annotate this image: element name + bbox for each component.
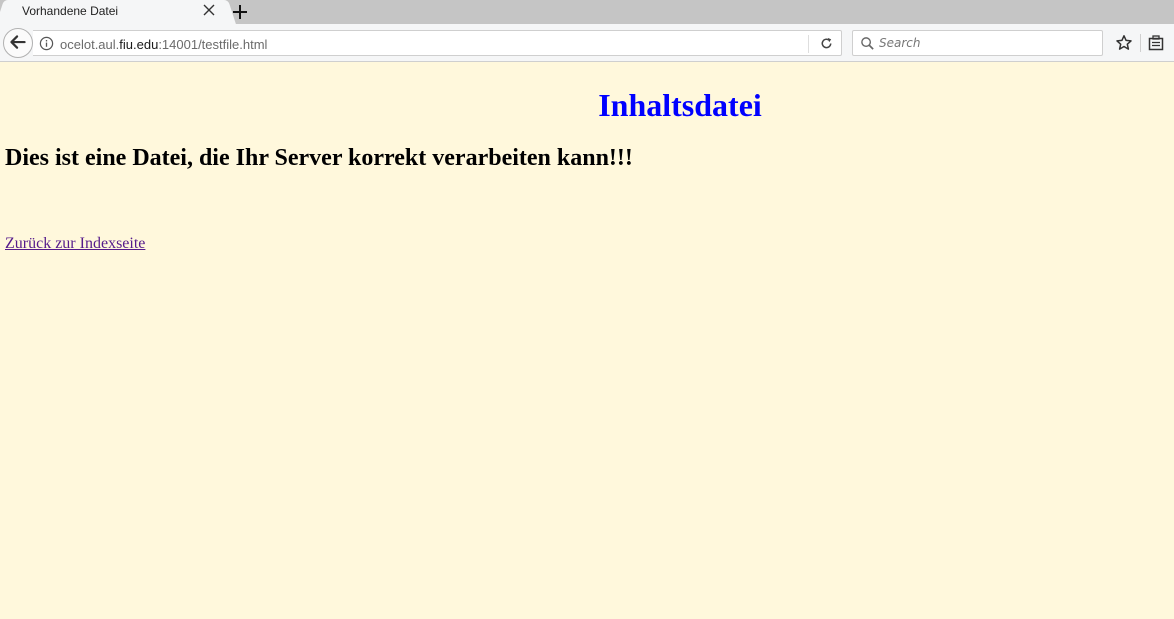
search-bar[interactable] [852, 30, 1103, 56]
tab-title: Vorhandene Datei [22, 4, 119, 18]
search-input[interactable] [879, 34, 1094, 52]
url-divider [808, 35, 809, 53]
info-icon[interactable] [39, 36, 54, 51]
star-icon[interactable] [1115, 34, 1133, 52]
page-subtitle: Dies ist eine Datei, die Ihr Server korr… [5, 145, 633, 171]
back-to-index-link[interactable]: Zurück zur Indexseite [5, 235, 145, 253]
search-icon [861, 37, 874, 50]
tab-strip: Vorhandene Datei [0, 0, 1174, 24]
tab-active[interactable]: Vorhandene Datei [8, 0, 224, 24]
plus-icon[interactable] [230, 2, 250, 22]
page-content: Inhaltsdatei Dies ist eine Datei, die Ih… [0, 63, 1174, 619]
close-icon[interactable] [202, 3, 216, 17]
navigation-bar: ocelot.aul.fiu.edu:14001/testfile.html [0, 24, 1174, 62]
url-text[interactable]: ocelot.aul.fiu.edu:14001/testfile.html [60, 37, 267, 52]
back-arrow-icon [10, 35, 26, 49]
page-title: Inhaltsdatei [598, 87, 762, 123]
toolbar-divider [1140, 34, 1141, 52]
url-bar[interactable]: ocelot.aul.fiu.edu:14001/testfile.html [33, 30, 842, 56]
library-icon[interactable] [1147, 34, 1165, 52]
back-button[interactable] [3, 28, 33, 58]
reload-icon[interactable] [819, 36, 834, 51]
